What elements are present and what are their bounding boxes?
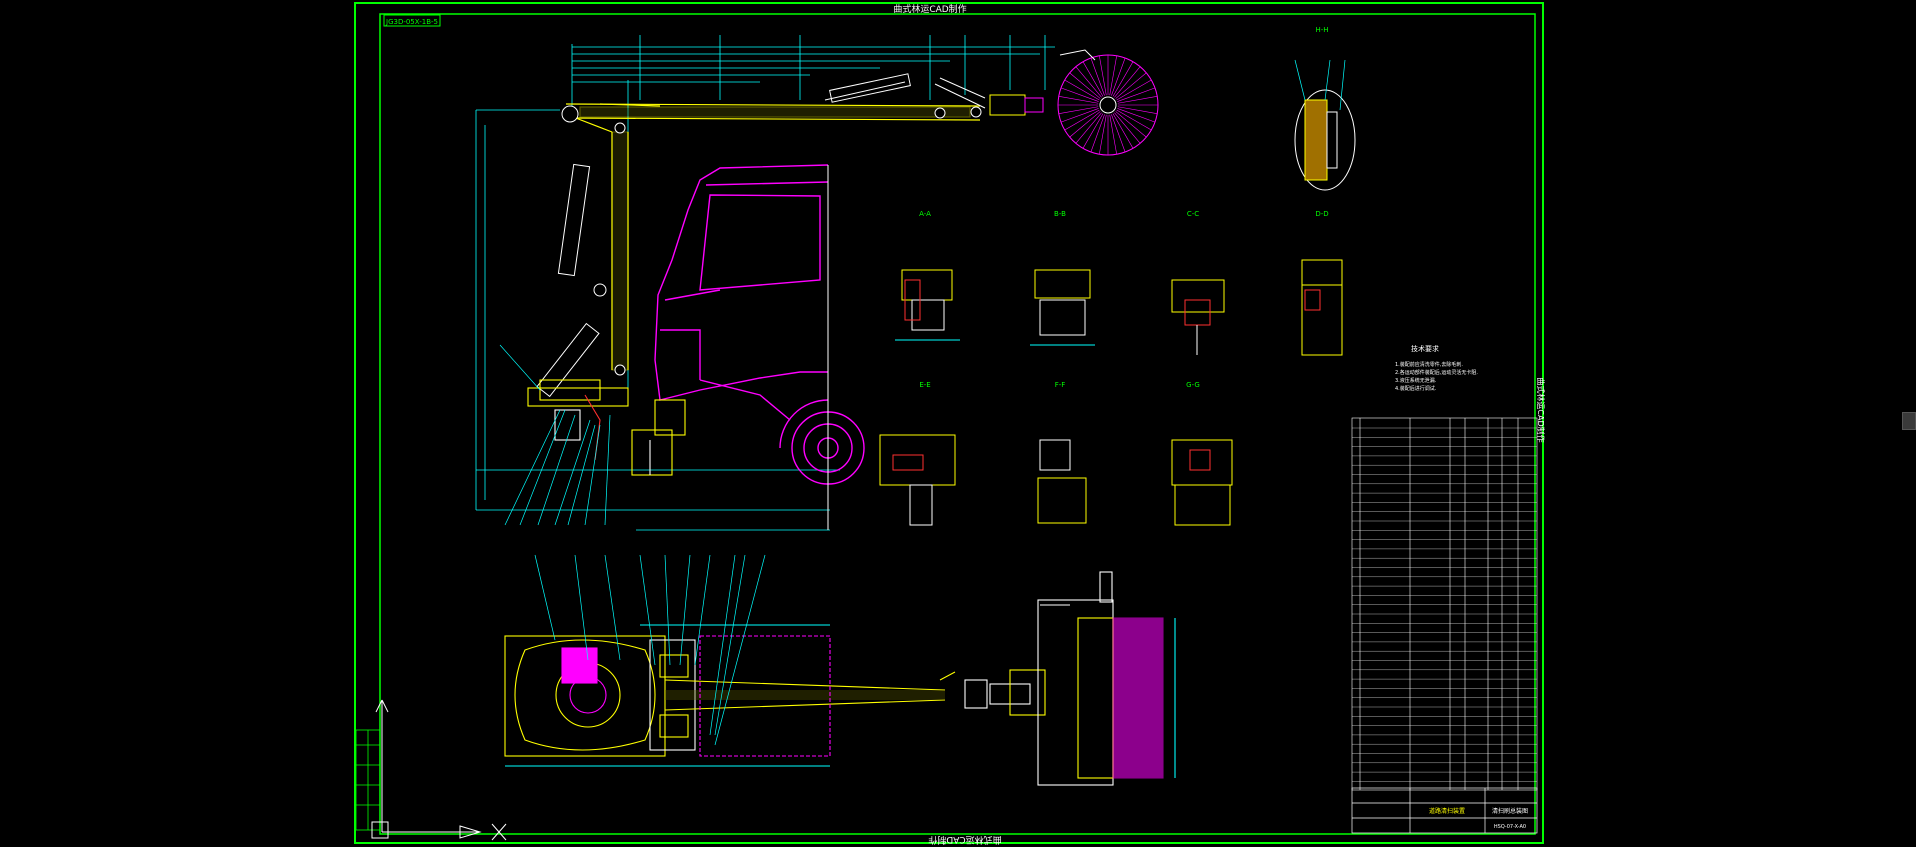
section-label-e: E-E [919,381,930,389]
brush-bristle-line [1099,114,1107,155]
brush-bristle-line [1058,96,1099,104]
brush-bristle-line [1060,87,1099,102]
brush-bristle-line [1117,87,1156,102]
brush-bristle-line [1090,114,1105,153]
vehicle-cab [654,164,865,485]
section-c [1171,279,1225,355]
section-label-h: H-H [1315,26,1328,34]
plan-view-bottom [504,571,1176,786]
title-bottom: 曲式林运CAD制作 [928,834,1001,846]
tech-requirements: 技术要求 1.装配前应清洗零件,去除毛刺. 2.各运动部件装配后,运动灵活无卡阻… [1395,344,1478,392]
section-e [879,434,956,526]
title-top: 曲式林运CAD制作 [893,3,966,15]
brush-bristle-line [1090,57,1105,96]
section-f [1037,439,1087,524]
brush-bristle-line [1109,114,1117,155]
tech-req-line-1: 1.装配前应清洗零件,去除毛刺. [1395,361,1463,368]
brush-bristle-line [1109,55,1117,96]
tech-req-line-3: 3.液压系统无泄漏. [1395,377,1437,384]
section-b [1030,269,1095,346]
section-g [1171,439,1233,526]
section-views [879,259,1343,526]
tech-req-line-2: 2.各运动部件装配后,运动灵活无卡阻. [1395,369,1478,376]
title-block-sub: 清扫刷总装图 [1492,807,1528,815]
brush-bristle-line [1058,106,1099,114]
section-a [895,269,960,341]
ucs-axis-icon [371,699,507,841]
section-label-c: C-C [1187,210,1199,218]
section-label-b: B-B [1054,210,1066,218]
cad-drawing: 曲式林运CAD制作 曲式林运CAD制作 曲式林运CAD制作 JG3D-05X-1… [354,2,1546,846]
brush-bristle-line [1111,114,1126,153]
title-side: 曲式林运CAD制作 [1536,377,1546,442]
section-label-a: A-A [919,210,931,218]
section-label-d: D-D [1315,210,1328,218]
parts-list-rows [1352,427,1537,782]
tech-req-title: 技术要求 [1411,344,1439,353]
parts-list-table [1351,417,1538,791]
cad-viewer: 曲式林运CAD制作 曲式林运CAD制作 曲式林运CAD制作 JG3D-05X-1… [0,0,1916,847]
brush-bristle-line [1117,96,1158,104]
sheet-outer-border [354,2,1544,844]
section-d [1301,259,1343,356]
brush-bristle-line [1099,55,1107,96]
section-label-f: F-F [1055,381,1066,389]
tech-req-line-4: 4.装配后进行调试. [1395,385,1437,392]
revision-column [355,729,381,831]
leader-lines-upper [499,344,611,526]
brush-bristle-line [1117,108,1156,123]
scrollbar-thumb[interactable] [1902,412,1916,430]
title-block-name: 道路清扫装置 [1429,807,1465,815]
brush-bristle-line [1111,57,1126,96]
section-label-g: G-G [1186,381,1200,389]
brush-disc-top [989,49,1159,156]
section-detail-top-right [1294,59,1356,191]
brush-bristle-line [1060,108,1099,123]
hydraulic-cylinders [536,73,986,398]
brush-bristle-line [1117,106,1158,114]
sheet-code: JG3D-05X-1B-5 [385,18,438,26]
title-block-code: HSQ-07-X-A0 [1494,824,1526,830]
section-label-group: A-A B-B C-C D-D E-E F-F G-G H-H [919,26,1329,389]
